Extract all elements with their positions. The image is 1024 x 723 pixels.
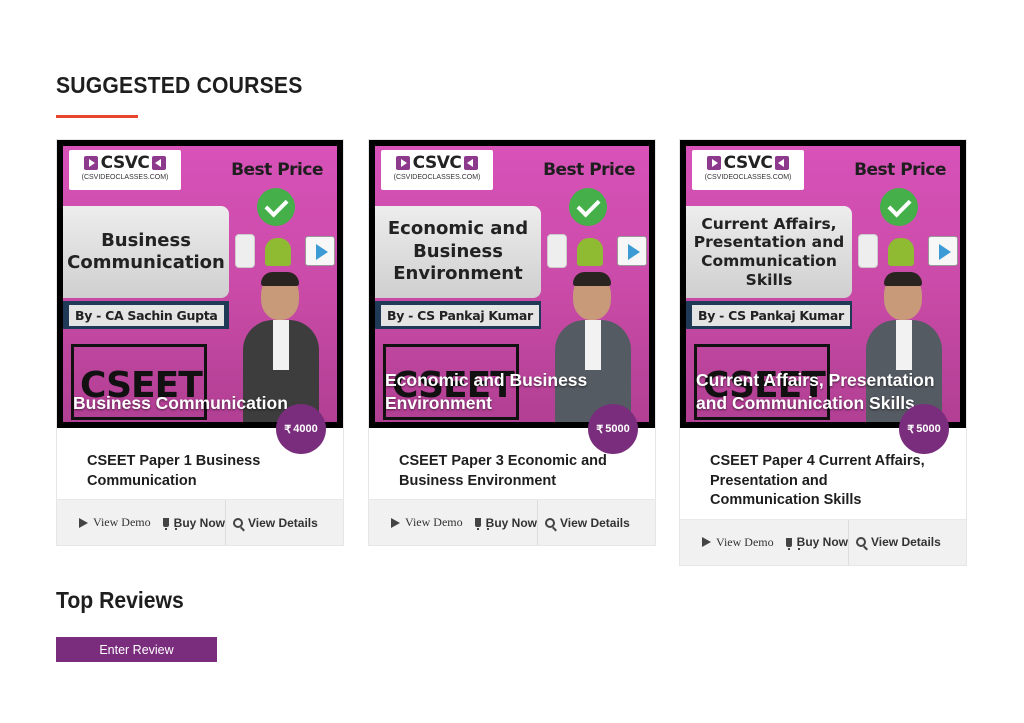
card-actions: View Demo Buy Now View Details — [369, 499, 655, 546]
card-actions: View Demo Buy Now View Details — [680, 518, 966, 565]
course-name-link[interactable]: CSEET Paper 1 Business Communication — [87, 452, 313, 491]
course-card: CSVC (CSVIDEOCLASSES.COM) Best Price Eco… — [368, 139, 656, 547]
course-thumbnail[interactable]: CSVC (CSVIDEOCLASSES.COM) Best Price Bus… — [57, 140, 343, 454]
android-icon — [265, 238, 291, 266]
section-title: SUGGESTED COURSES — [56, 72, 303, 98]
play-logo-icon — [395, 156, 410, 170]
card-actions: View Demo Buy Now View Details — [57, 499, 343, 546]
best-price-label: Best Price — [543, 160, 635, 180]
checkmark-icon — [880, 188, 918, 226]
buy-now-button[interactable]: Buy Now — [465, 500, 537, 545]
price-badge: ₹4000 — [276, 404, 326, 454]
play-store-icon — [928, 236, 958, 266]
instructor-byline: By - CS Pankaj Kumar — [375, 301, 541, 329]
apple-icon — [858, 234, 878, 268]
cart-icon — [475, 518, 489, 531]
overlay-course-title: Business Communication — [73, 392, 288, 413]
course-name-link[interactable]: CSEET Paper 3 Economic and Business Envi… — [399, 452, 625, 491]
overlay-course-title: Economic and Business Environment — [385, 370, 588, 413]
play-icon — [702, 537, 711, 548]
cart-icon — [163, 518, 177, 531]
view-demo-button[interactable]: View Demo — [680, 520, 776, 565]
play-icon — [391, 517, 400, 528]
course-thumbnail[interactable]: CSVC (CSVIDEOCLASSES.COM) Best Price Cur… — [680, 140, 966, 454]
overlay-course-title: Current Affairs, Presentation and Commun… — [696, 370, 935, 413]
best-price-label: Best Price — [231, 160, 323, 180]
rewind-logo-icon — [464, 156, 479, 170]
view-demo-button[interactable]: View Demo — [57, 500, 153, 545]
view-details-button[interactable]: View Details — [225, 500, 343, 546]
play-logo-icon — [706, 156, 721, 170]
thumb-course-title: Current Affairs, Presentation and Commun… — [686, 206, 852, 298]
csvc-logo: CSVC (CSVIDEOCLASSES.COM) — [69, 150, 181, 190]
price-badge: ₹5000 — [588, 404, 638, 454]
buy-now-button[interactable]: Buy Now — [153, 500, 225, 545]
checkmark-icon — [569, 188, 607, 226]
search-icon — [233, 517, 243, 528]
best-price-label: Best Price — [854, 160, 946, 180]
csvc-logo: CSVC (CSVIDEOCLASSES.COM) — [692, 150, 804, 190]
search-icon — [545, 517, 555, 528]
view-details-button[interactable]: View Details — [537, 500, 655, 546]
play-logo-icon — [83, 156, 98, 170]
play-store-icon — [617, 236, 647, 266]
view-demo-button[interactable]: View Demo — [369, 500, 465, 545]
view-details-button[interactable]: View Details — [848, 519, 966, 565]
thumb-course-title: Economic and Business Environment — [375, 206, 541, 298]
checkmark-icon — [257, 188, 295, 226]
instructor-byline: By - CA Sachin Gupta — [63, 301, 229, 329]
buy-now-button[interactable]: Buy Now — [776, 520, 848, 565]
apple-icon — [235, 234, 255, 268]
thumb-course-title: Business Communication — [63, 206, 229, 298]
enter-review-button[interactable]: Enter Review — [56, 637, 217, 662]
csvc-logo: CSVC (CSVIDEOCLASSES.COM) — [381, 150, 493, 190]
android-icon — [888, 238, 914, 266]
instructor-byline: By - CS Pankaj Kumar — [686, 301, 852, 329]
title-underline — [56, 115, 138, 118]
search-icon — [856, 537, 866, 548]
apple-icon — [547, 234, 567, 268]
rewind-logo-icon — [775, 156, 790, 170]
cart-icon — [786, 537, 800, 550]
course-card: CSVC (CSVIDEOCLASSES.COM) Best Price Bus… — [56, 139, 344, 547]
course-thumbnail[interactable]: CSVC (CSVIDEOCLASSES.COM) Best Price Eco… — [369, 140, 655, 454]
rewind-logo-icon — [152, 156, 167, 170]
course-card: CSVC (CSVIDEOCLASSES.COM) Best Price Cur… — [679, 139, 967, 566]
play-store-icon — [305, 236, 335, 266]
reviews-title: Top Reviews — [56, 587, 184, 613]
price-badge: ₹5000 — [899, 404, 949, 454]
android-icon — [577, 238, 603, 266]
play-icon — [79, 517, 88, 528]
course-name-link[interactable]: CSEET Paper 4 Current Affairs, Presentat… — [710, 452, 936, 511]
